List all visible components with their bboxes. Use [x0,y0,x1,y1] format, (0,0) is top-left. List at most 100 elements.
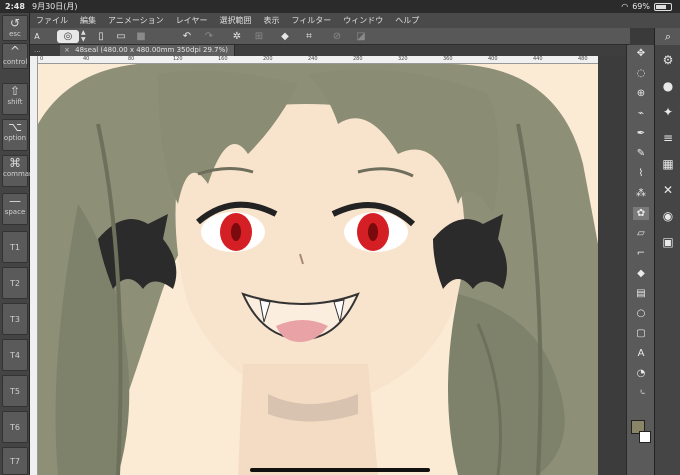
status-time: 2:48 [5,2,25,11]
status-right: ◠ 69% [621,0,672,13]
wifi-icon: ◠ [621,2,629,11]
app-window: 2:48 9月30日(月) ◠ 69% ファイル 編集 アニメーション レイヤー… [0,0,680,475]
toolbar-scroll-arrows[interactable]: ▲ ▼ [81,29,89,44]
drawing-canvas[interactable] [38,64,598,475]
horizontal-ruler: 0 40 80 120 160 200 240 280 320 360 400 … [38,56,598,64]
figure-tool-icon[interactable]: ○ [633,307,649,320]
t7-button[interactable]: T7 [2,447,28,475]
zoom-tool-icon[interactable]: ⊕ [633,87,649,100]
crop-icon[interactable]: ⌗ [302,30,316,43]
menu-window[interactable]: ウィンドウ [337,15,389,26]
battery-icon [654,2,672,11]
pencil-tool-icon[interactable]: ✎ [633,147,649,160]
status-date: 9月30日(月) [32,2,78,11]
space-icon: — [9,194,21,208]
canvas-margin [598,56,626,475]
command-button[interactable]: ⌘ command [2,155,38,187]
t6-button[interactable]: T6 [2,411,28,443]
space-button[interactable]: — space [2,193,28,225]
decoration-tool-icon[interactable]: ✿ [633,207,649,220]
frame-tool-icon[interactable]: ▢ [633,327,649,340]
command-icon: ⌘ [9,156,21,170]
ruler-tick: 0 [40,56,44,62]
gradient-tool-icon[interactable]: ▤ [633,287,649,300]
menu-file[interactable]: ファイル [30,15,74,26]
menu-bar: ファイル 編集 アニメーション レイヤー 選択範囲 表示 フィルター ウィンドウ… [30,13,680,28]
t2-button[interactable]: T2 [2,267,28,299]
undo-icon[interactable]: ↶ [180,30,194,43]
airbrush-tool-icon[interactable]: ⁂ [633,187,649,200]
ruler-tick: 240 [308,56,318,62]
document-tab[interactable]: × 48seal (480.00 x 480.00mm 350dpi 29.7%… [60,45,235,56]
vertical-ruler [30,56,38,475]
clear-icon[interactable]: ◪ [354,30,368,43]
search-icon[interactable]: ⌕ [655,28,680,45]
color-history-icon[interactable]: ▣ [658,232,678,252]
modifier-rail: ↺ esc ^ control ⇧ shift ⌥ option ⌘ command — s… [0,13,38,475]
menu-help[interactable]: ヘルプ [389,15,425,26]
status-bar: 2:48 9月30日(月) ◠ 69% [0,0,680,13]
transform-icon[interactable]: ⊞ [252,30,266,43]
option-button[interactable]: ⌥ option [2,119,28,151]
brush-tool-icon[interactable]: ⌇ [633,167,649,180]
ruler-tool-icon[interactable]: ⌎ [633,387,649,400]
menu-animation[interactable]: アニメーション [102,15,170,26]
color-set-icon[interactable]: ▦ [658,154,678,174]
t1-button[interactable]: T1 [2,231,28,263]
shift-button[interactable]: ⇧ shift [2,83,28,115]
lasso-tool-icon[interactable]: ◌ [633,67,649,80]
menu-view[interactable]: 表示 [257,15,285,26]
ruler-tick: 200 [263,56,273,62]
app-logo-icon[interactable]: ◎ [57,30,79,43]
ruler-tick: 40 [83,56,90,62]
sub-color-swatch[interactable] [639,431,651,443]
color-wheel-icon[interactable]: ◉ [658,206,678,226]
text-tool-icon[interactable]: A [633,347,649,360]
shift-icon: ⇧ [9,84,21,98]
navigator-icon[interactable]: ✕ [658,180,678,200]
move-tool-icon[interactable]: ✥ [633,47,649,60]
deselect-icon[interactable]: ⊘ [330,30,344,43]
close-icon[interactable]: × [64,46,70,54]
document-tab-bar: ... × 48seal (480.00 x 480.00mm 350dpi 2… [30,45,626,56]
fill-tool-icon[interactable]: ◆ [633,267,649,280]
blend-tool-icon[interactable]: ⌐ [633,247,649,260]
left-pupil [231,223,241,241]
fill-bucket-icon[interactable]: ◆ [278,30,292,43]
ruler-tick: 120 [173,56,183,62]
t4-button[interactable]: T4 [2,339,28,371]
ruler-tick: 480 [578,56,588,62]
artwork-illustration [38,64,598,475]
save-icon[interactable]: ■ [134,30,148,43]
command-bar: A ▲ ▼ ◎ ▯ ▭ ■ ↶ ↷ ✲ ⊞ ◆ ⌗ ⊘ ◪ [30,28,630,45]
battery-percent: 69% [632,2,650,11]
esc-button[interactable]: ↺ esc [2,15,28,41]
layers-icon[interactable]: ≡ [658,128,678,148]
menu-layer[interactable]: レイヤー [170,15,214,26]
option-icon: ⌥ [8,120,22,134]
eraser-tool-icon[interactable]: ▱ [633,227,649,240]
previous-tab[interactable]: ... [34,45,41,56]
tool-property-icon[interactable]: ⚙ [658,50,678,70]
ruler-tick: 360 [443,56,453,62]
document-tab-label: 48seal (480.00 x 480.00mm 350dpi 29.7%) [75,46,228,54]
sparkle-icon[interactable]: ✲ [230,30,244,43]
t3-button[interactable]: T3 [2,303,28,335]
pen-tool-icon[interactable]: ✒ [633,127,649,140]
open-folder-icon[interactable]: ▭ [114,30,128,43]
balloon-tool-icon[interactable]: ◔ [633,367,649,380]
brush-size-icon[interactable]: ● [658,76,678,96]
new-file-icon[interactable]: ▯ [94,30,108,43]
ruler-tick: 280 [353,56,363,62]
menu-filter[interactable]: フィルター [285,15,337,26]
ruler-tick: 400 [488,56,498,62]
ruler-tick: 80 [128,56,135,62]
control-icon: ^ [9,44,21,58]
t5-button[interactable]: T5 [2,375,28,407]
menu-selection[interactable]: 選択範囲 [213,15,257,26]
eyedropper-tool-icon[interactable]: ⌁ [633,107,649,120]
menu-edit[interactable]: 編集 [74,15,102,26]
sub-tool-icon[interactable]: ✦ [658,102,678,122]
control-button[interactable]: ^ control [2,43,28,69]
redo-icon[interactable]: ↷ [202,30,216,43]
